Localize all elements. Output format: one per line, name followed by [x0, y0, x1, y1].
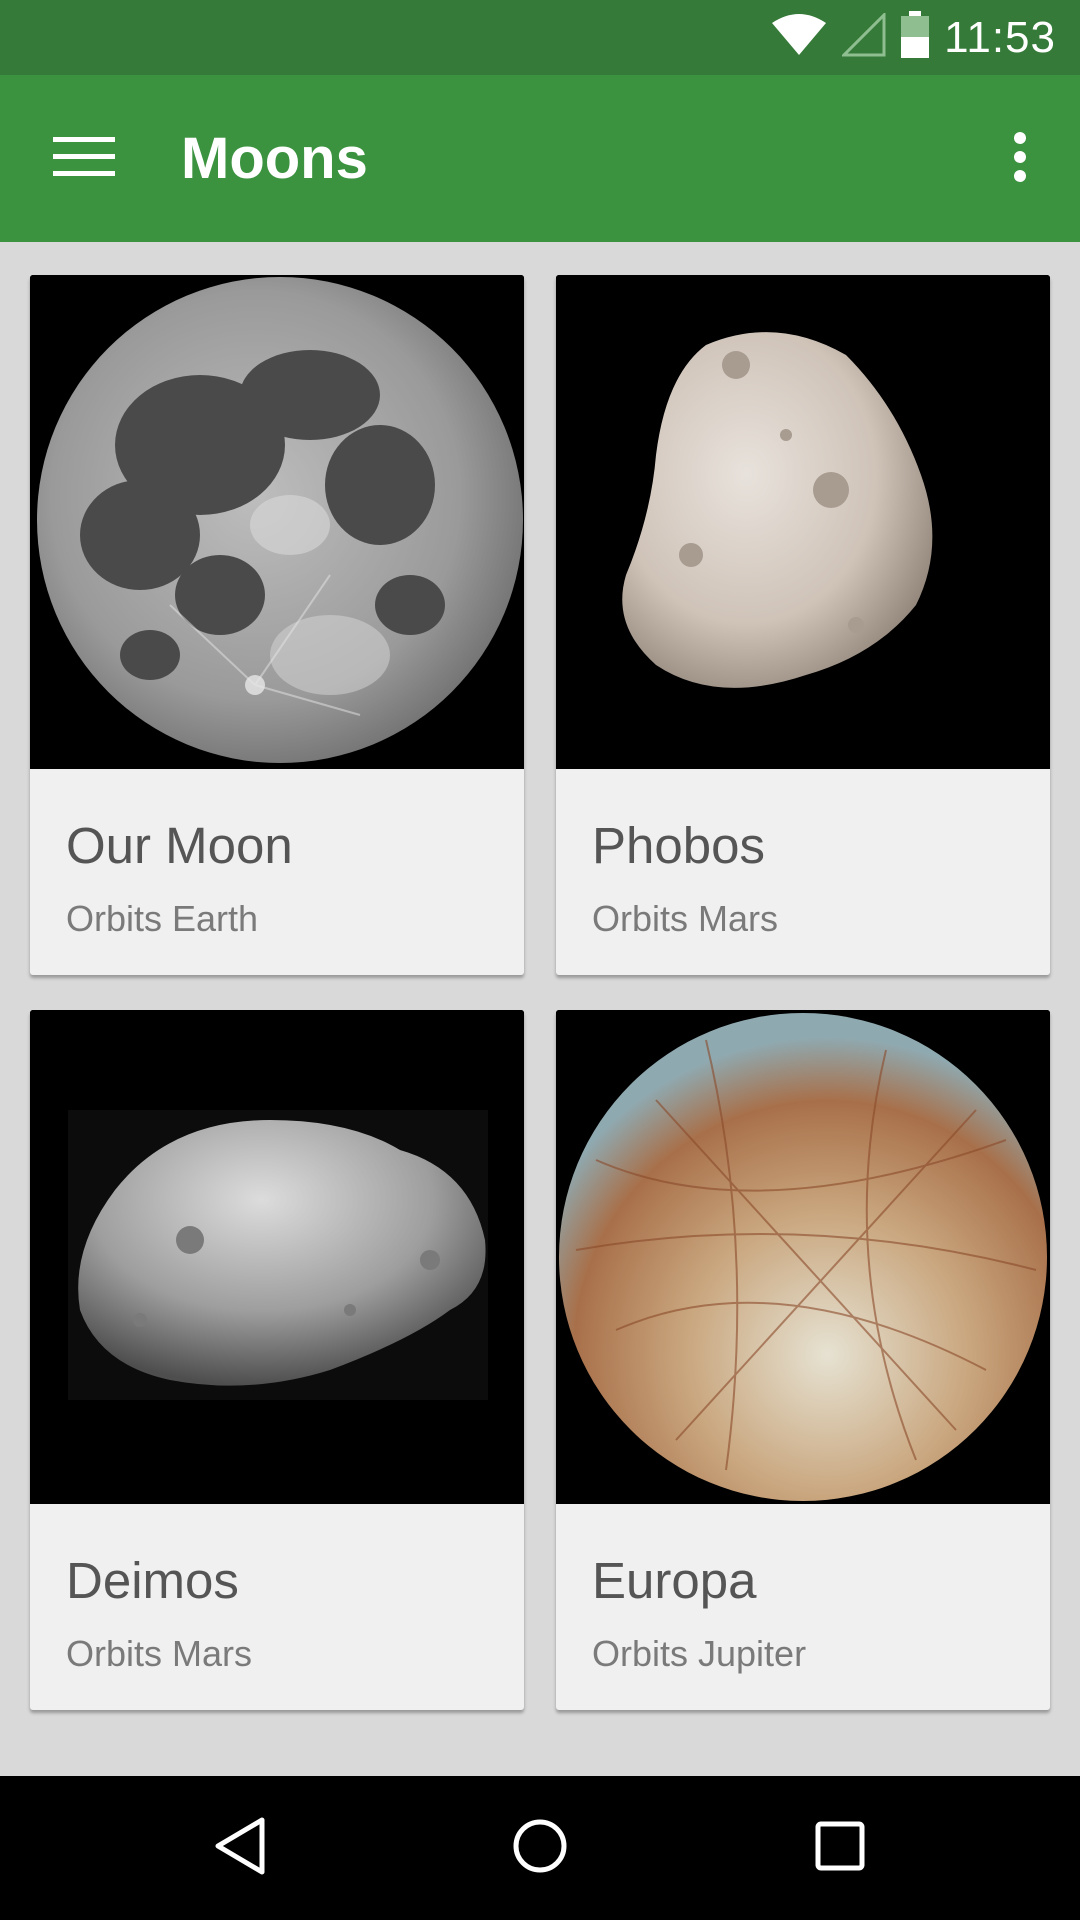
europa-photo — [556, 1010, 1050, 1504]
status-icons: 11:53 — [770, 0, 1056, 75]
app-bar: Moons — [0, 75, 1080, 242]
recents-icon — [815, 1821, 865, 1876]
moon-card-phobos[interactable]: Phobos Orbits Mars — [556, 275, 1050, 975]
hamburger-menu-icon — [53, 136, 115, 182]
recents-button[interactable] — [790, 1798, 890, 1898]
page-title: Moons — [181, 126, 368, 191]
deimos-photo — [30, 1010, 524, 1504]
cell-signal-icon — [840, 11, 886, 62]
status-bar: 11:53 — [0, 0, 1080, 75]
card-subtitle: Orbits Mars — [592, 898, 779, 939]
moon-card-deimos[interactable]: Deimos Orbits Mars — [30, 1010, 524, 1710]
phobos-photo — [556, 275, 1050, 769]
home-icon — [512, 1818, 568, 1879]
moon-photo — [30, 275, 524, 769]
menu-button[interactable] — [36, 120, 132, 198]
back-icon — [212, 1816, 268, 1881]
card-title: Phobos — [592, 817, 765, 874]
wifi-icon — [770, 13, 828, 62]
moon-card-europa[interactable]: Europa Orbits Jupiter — [556, 1010, 1050, 1710]
more-vertical-icon — [1013, 131, 1027, 188]
back-button[interactable] — [190, 1798, 290, 1898]
card-subtitle: Orbits Mars — [66, 1633, 253, 1674]
system-nav-bar — [0, 1776, 1080, 1920]
card-subtitle: Orbits Jupiter — [592, 1633, 807, 1674]
card-title: Our Moon — [66, 817, 293, 874]
battery-icon — [900, 11, 930, 64]
overflow-menu-button[interactable] — [984, 115, 1056, 203]
home-button[interactable] — [490, 1798, 590, 1898]
card-title: Deimos — [66, 1552, 239, 1609]
card-title: Europa — [592, 1552, 757, 1609]
status-time: 11:53 — [944, 12, 1056, 62]
card-subtitle: Orbits Earth — [66, 898, 259, 939]
moon-card-our-moon[interactable]: Our Moon Orbits Earth — [30, 275, 524, 975]
